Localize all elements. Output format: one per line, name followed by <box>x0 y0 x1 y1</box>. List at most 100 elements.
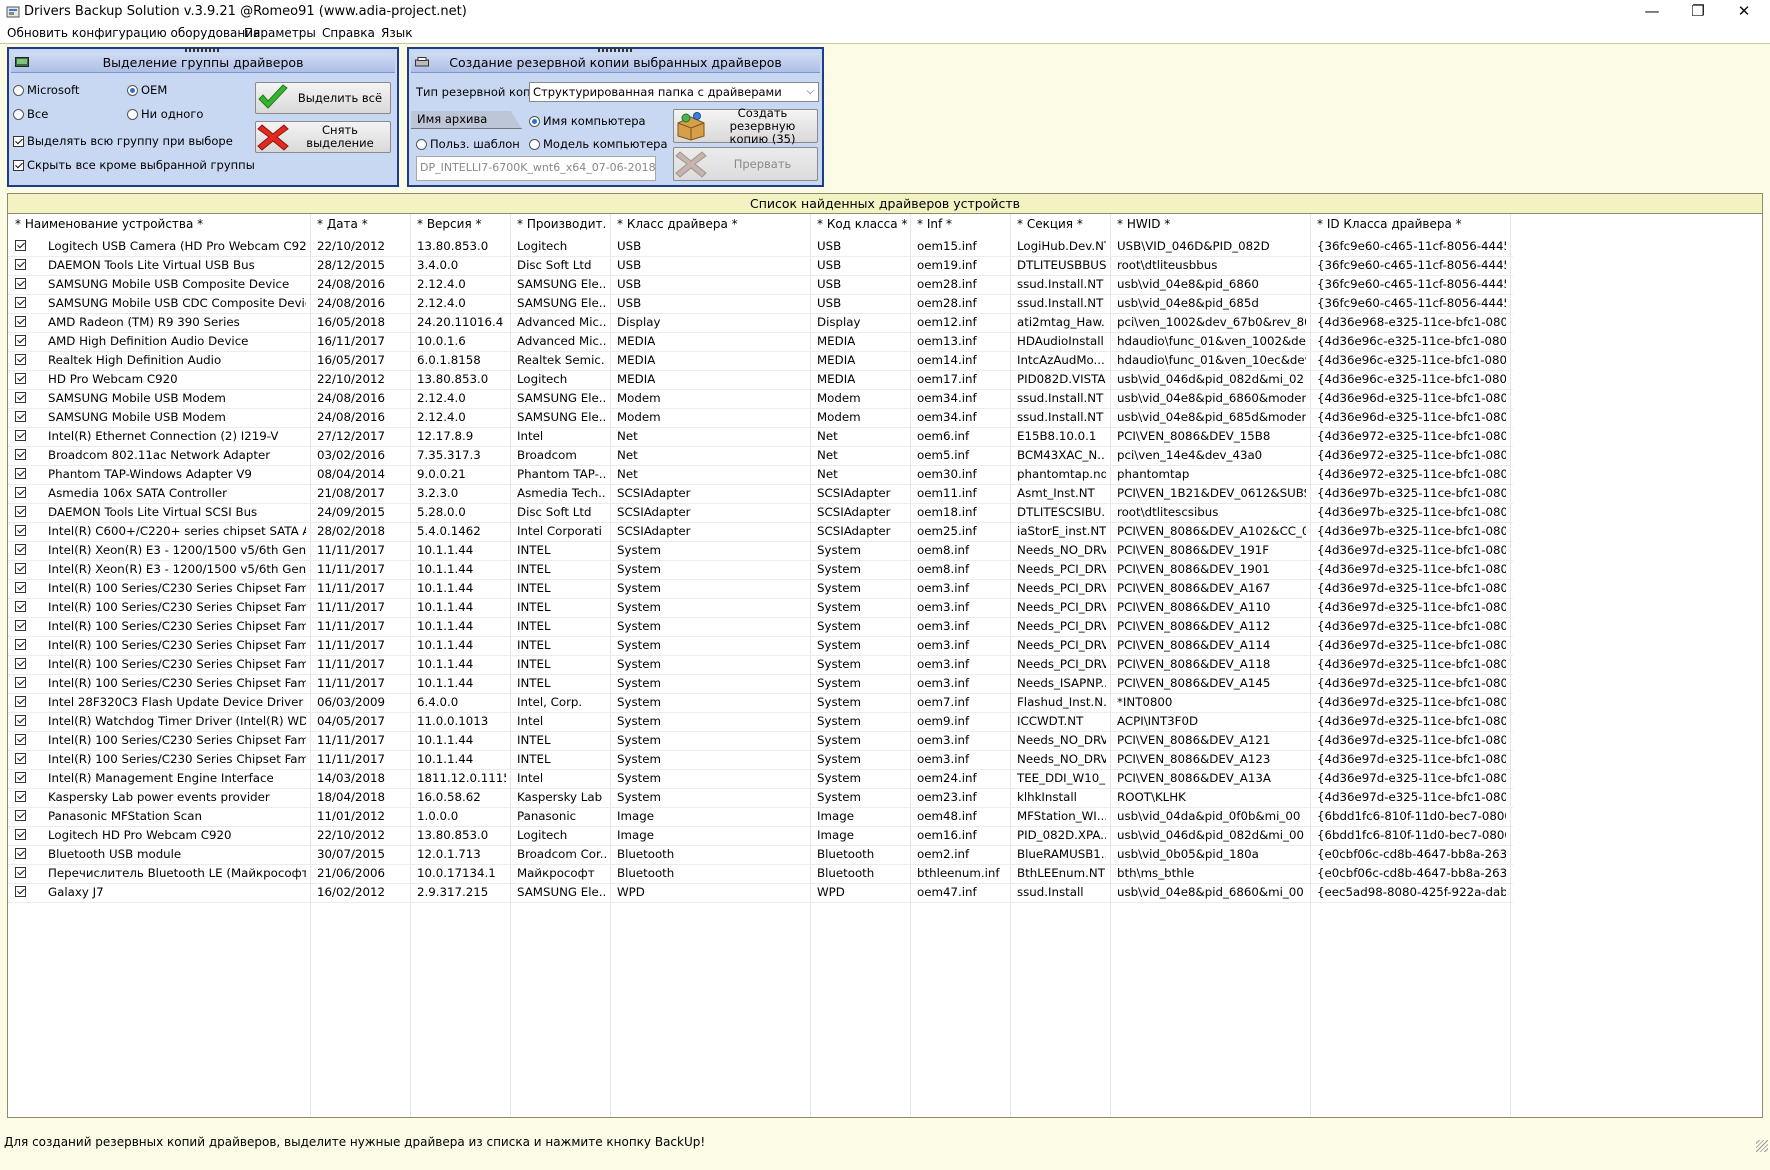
row-checkbox[interactable] <box>15 658 26 669</box>
row-checkbox[interactable] <box>15 734 26 745</box>
row-checkbox[interactable] <box>15 392 26 403</box>
table-row[interactable]: AMD Radeon (TM) R9 390 Series 16/05/2018 2… <box>8 313 1513 333</box>
table-row[interactable]: Intel(R) 100 Series/C230 Series Chipset … <box>8 750 1513 770</box>
radio-computer-name-indicator[interactable] <box>529 115 540 127</box>
table-row[interactable]: Phantom TAP-Windows Adapter V9 08/04/2014… <box>8 465 1513 485</box>
row-checkbox[interactable] <box>15 354 26 365</box>
column-header-col-driver-class[interactable]: * Класс драйвера * <box>617 217 807 234</box>
row-checkbox[interactable] <box>15 753 26 764</box>
row-checkbox[interactable] <box>15 449 26 460</box>
column-header-col-version[interactable]: * Версия * <box>417 217 507 234</box>
panel-grip-handle[interactable] <box>597 48 634 52</box>
column-header-col-device-name[interactable]: * Наименование устройства * <box>15 217 307 234</box>
table-row[interactable]: SAMSUNG Mobile USB Modem 24/08/2016 2.12.4… <box>8 408 1513 428</box>
radio-computer-model-indicator[interactable] <box>529 138 540 150</box>
minimize-button[interactable]: — <box>1630 0 1674 24</box>
row-checkbox[interactable] <box>15 829 26 840</box>
table-row[interactable]: Перечислитель Bluetooth LE (Майкрософт) 2… <box>8 864 1513 884</box>
menu-parameters[interactable]: Параметры <box>244 26 316 40</box>
table-row[interactable]: Intel(R) C600+/C220+ series chipset SATA… <box>8 522 1513 542</box>
row-checkbox[interactable] <box>15 468 26 479</box>
radio-user-template-indicator[interactable] <box>416 138 427 150</box>
column-header-col-manufacturer[interactable]: * Производит... <box>517 217 607 234</box>
row-checkbox[interactable] <box>15 848 26 859</box>
close-button[interactable]: ✕ <box>1722 0 1766 24</box>
column-header-col-hwid[interactable]: * HWID * <box>1117 217 1307 234</box>
row-checkbox[interactable] <box>15 487 26 498</box>
table-row[interactable]: Panasonic MFStation Scan 11/01/2012 1.0.0.… <box>8 807 1513 827</box>
row-checkbox[interactable] <box>15 259 26 270</box>
table-row[interactable]: SAMSUNG Mobile USB CDC Composite Device 2… <box>8 294 1513 314</box>
radio-computer-name[interactable]: Имя компьютера <box>529 114 646 128</box>
table-row[interactable]: Intel(R) 100 Series/C230 Series Chipset … <box>8 598 1513 618</box>
column-header-col-class-id[interactable]: * ID Класса драйвера * <box>1317 217 1507 234</box>
row-checkbox[interactable] <box>15 639 26 650</box>
select-all-button[interactable]: Выделить всё <box>255 82 391 114</box>
table-row[interactable]: Galaxy J7 16/02/2012 2.9.317.215 SAMSUNG El… <box>8 883 1513 903</box>
radio-microsoft-indicator[interactable] <box>13 84 24 96</box>
radio-oem-indicator[interactable] <box>127 84 138 96</box>
table-row[interactable]: Intel(R) 100 Series/C230 Series Chipset … <box>8 636 1513 656</box>
row-checkbox[interactable] <box>15 582 26 593</box>
row-checkbox[interactable] <box>15 696 26 707</box>
table-row[interactable]: SAMSUNG Mobile USB Composite Device 24/08… <box>8 275 1513 295</box>
row-checkbox[interactable] <box>15 867 26 878</box>
table-row[interactable]: Intel(R) 100 Series/C230 Series Chipset … <box>8 579 1513 599</box>
menu-language[interactable]: Язык <box>381 26 412 40</box>
archive-name-tab[interactable]: Имя архива <box>411 111 522 129</box>
row-checkbox[interactable] <box>15 544 26 555</box>
check-hide-others[interactable]: Скрыть все кроме выбранной группы <box>13 158 255 172</box>
table-row[interactable]: Intel(R) 100 Series/C230 Series Chipset … <box>8 655 1513 675</box>
create-backup-button[interactable]: Создать резервную копию (35) <box>673 106 818 145</box>
table-row[interactable]: AMD High Definition Audio Device 16/11/20… <box>8 332 1513 352</box>
row-checkbox[interactable] <box>15 278 26 289</box>
row-checkbox[interactable] <box>15 373 26 384</box>
backup-type-select[interactable]: Структурированная папка с драйверами ⌵ <box>529 82 819 102</box>
table-row[interactable]: HD Pro Webcam C920 22/10/2012 13.80.853.0 L… <box>8 370 1513 390</box>
row-checkbox[interactable] <box>15 525 26 536</box>
row-checkbox[interactable] <box>15 772 26 783</box>
table-row[interactable]: Kaspersky Lab power events provider 18/04… <box>8 788 1513 808</box>
row-checkbox[interactable] <box>15 506 26 517</box>
resize-grip[interactable] <box>1756 1140 1768 1152</box>
table-row[interactable]: Realtek High Definition Audio 16/05/2017 6… <box>8 351 1513 371</box>
radio-microsoft[interactable]: Microsoft <box>13 83 79 97</box>
table-row[interactable]: Intel 28F320C3 Flash Update Device Drive… <box>8 693 1513 713</box>
table-row[interactable]: DAEMON Tools Lite Virtual SCSI Bus 24/09/… <box>8 503 1513 523</box>
row-checkbox[interactable] <box>15 601 26 612</box>
table-row[interactable]: Logitech HD Pro Webcam C920 22/10/2012 13.… <box>8 826 1513 846</box>
row-checkbox[interactable] <box>15 677 26 688</box>
table-row[interactable]: Broadcom 802.11ac Network Adapter 03/02/2… <box>8 446 1513 466</box>
radio-all[interactable]: Все <box>13 107 48 121</box>
column-header-col-class-code[interactable]: * Код класса * <box>817 217 907 234</box>
table-row[interactable]: Intel(R) Ethernet Connection (2) I219-V 2… <box>8 427 1513 447</box>
radio-computer-model[interactable]: Модель компьютера <box>529 137 668 151</box>
table-row[interactable]: Asmedia 106x SATA Controller 21/08/2017 3.… <box>8 484 1513 504</box>
radio-all-indicator[interactable] <box>13 108 24 120</box>
table-row[interactable]: Intel(R) Watchdog Timer Driver (Intel(R)… <box>8 712 1513 732</box>
radio-none-indicator[interactable] <box>127 108 138 120</box>
table-row[interactable]: Intel(R) Xeon(R) E3 - 1200/1500 v5/6th G… <box>8 560 1513 580</box>
table-row[interactable]: Intel(R) 100 Series/C230 Series Chipset … <box>8 731 1513 751</box>
row-checkbox[interactable] <box>15 316 26 327</box>
radio-oem[interactable]: OEM <box>127 83 167 97</box>
radio-user-template[interactable]: Польз. шаблон <box>416 137 520 151</box>
row-checkbox[interactable] <box>15 886 26 897</box>
maximize-button[interactable]: ❐ <box>1676 0 1720 24</box>
deselect-button[interactable]: Снять выделение <box>255 121 391 153</box>
row-checkbox[interactable] <box>15 411 26 422</box>
check-hide-others-box[interactable] <box>13 159 24 171</box>
column-header-col-date[interactable]: * Дата * <box>317 217 407 234</box>
table-row[interactable]: DAEMON Tools Lite Virtual USB Bus 28/12/2… <box>8 256 1513 276</box>
check-select-group-box[interactable] <box>13 135 24 147</box>
row-checkbox[interactable] <box>15 297 26 308</box>
abort-button[interactable]: Прервать <box>673 147 818 181</box>
check-select-group[interactable]: Выделять всю группу при выборе <box>13 134 233 148</box>
radio-none[interactable]: Ни одного <box>127 107 203 121</box>
column-header-col-inf[interactable]: * Inf * <box>917 217 1007 234</box>
table-row[interactable]: Intel(R) Management Engine Interface 14/0… <box>8 769 1513 789</box>
table-row[interactable]: Logitech USB Camera (HD Pro Webcam C920)… <box>8 237 1513 257</box>
row-checkbox[interactable] <box>15 430 26 441</box>
column-header-col-section[interactable]: * Секция * <box>1017 217 1107 234</box>
table-row[interactable]: SAMSUNG Mobile USB Modem 24/08/2016 2.12.4… <box>8 389 1513 409</box>
